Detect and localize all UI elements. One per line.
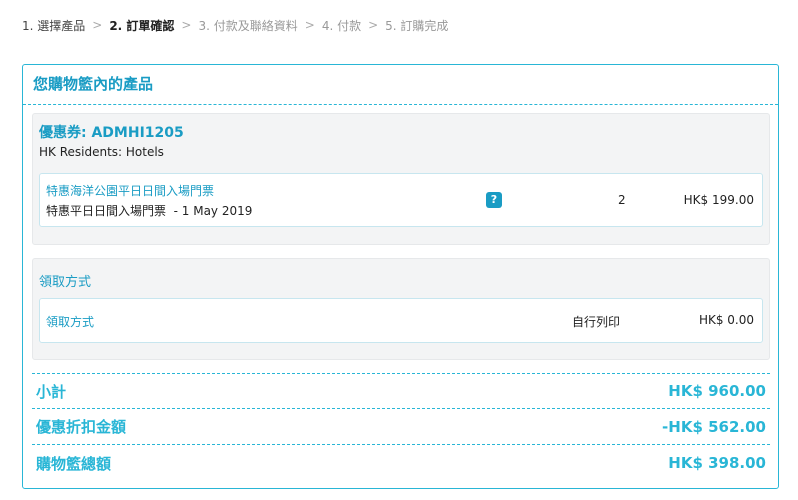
pickup-method: 自行列印: [572, 315, 621, 329]
discount-label: 優惠折扣金額: [36, 418, 127, 436]
item-price: HK$ 199.00: [683, 193, 754, 207]
item-date: 特惠平日日間入場門票 - 1 May 2019: [46, 204, 253, 218]
step-complete: 5. 訂購完成: [385, 18, 449, 33]
subtotal-label: 小計: [36, 382, 67, 401]
checkout-steps: 1. 選擇產品 > 2. 訂單確認 > 3. 付款及聯絡資料 > 4. 付款 >…: [22, 16, 448, 34]
grand-total-label: 購物籃總額: [36, 454, 112, 473]
item-quantity: 2: [618, 193, 626, 207]
subtotal-value: HK$ 960.00: [668, 382, 766, 400]
coupon-code: 優惠券: ADMHI1205: [39, 125, 184, 141]
step-separator: >: [181, 18, 192, 32]
subtotal-row: 小計 HK$ 960.00: [32, 373, 770, 409]
cart-title: 您購物籃內的產品: [23, 65, 778, 105]
coupon-subtitle: HK Residents: Hotels: [39, 145, 164, 159]
grand-total-value: HK$ 398.00: [668, 454, 766, 472]
step-separator: >: [304, 18, 315, 32]
step-separator: >: [368, 18, 379, 32]
totals: 小計 HK$ 960.00 優惠折扣金額 -HK$ 562.00 購物籃總額 H…: [32, 373, 770, 481]
step-payment: 4. 付款: [321, 18, 362, 33]
pickup-label: 領取方式: [46, 315, 95, 329]
step-order-confirm: 2. 訂單確認: [109, 18, 175, 33]
step-separator: >: [92, 18, 103, 32]
pickup-panel: 領取方式 領取方式 自行列印 HK$ 0.00: [32, 258, 770, 360]
item-name: 特惠海洋公園平日日間入場門票: [46, 184, 215, 198]
pickup-title: 領取方式: [39, 275, 92, 290]
cart-box: 您購物籃內的產品 優惠券: ADMHI1205 HK Residents: Ho…: [22, 64, 779, 489]
discount-value: -HK$ 562.00: [662, 417, 766, 436]
pickup-price: HK$ 0.00: [698, 313, 754, 327]
question-icon[interactable]: ?: [486, 192, 502, 208]
pickup-row: 領取方式 自行列印 HK$ 0.00: [39, 298, 763, 343]
cart-item-row: 特惠海洋公園平日日間入場門票 特惠平日日間入場門票 - 1 May 2019 ?…: [39, 173, 763, 227]
discount-row: 優惠折扣金額 -HK$ 562.00: [32, 409, 770, 445]
grand-total-row: 購物籃總額 HK$ 398.00: [32, 445, 770, 481]
step-select-product[interactable]: 1. 選擇產品: [22, 17, 85, 34]
step-payment-contact: 3. 付款及聯絡資料: [198, 18, 298, 33]
coupon-panel: 優惠券: ADMHI1205 HK Residents: Hotels 特惠海洋…: [32, 113, 770, 245]
